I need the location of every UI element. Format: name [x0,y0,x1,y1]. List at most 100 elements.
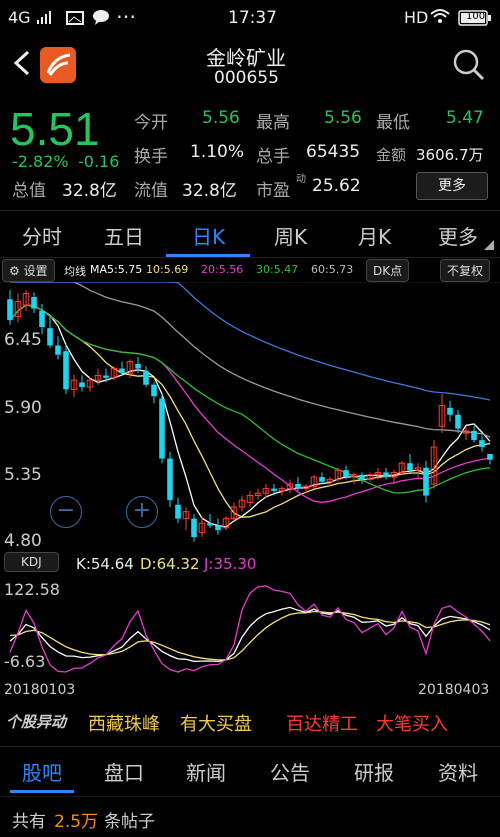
y-tick-label: 5.35 [4,465,42,485]
candle-body [423,467,429,496]
search-icon[interactable] [452,48,486,86]
open-value: 5.56 [202,108,240,128]
settings-button[interactable]: ⚙ 设置 [2,259,55,282]
ma60-value: 60:5.73 [311,263,354,276]
ticker-item[interactable]: 西藏珠峰 [88,710,160,736]
tab-profile[interactable]: 资料 [438,757,478,786]
kdj-d: D:64.32 [140,555,200,573]
low-value: 5.47 [446,108,484,128]
candle [430,440,438,489]
gear-icon: ⚙ [9,264,20,278]
candle-body [55,345,61,355]
candle [254,488,262,501]
candle [151,382,157,404]
ticker-item[interactable]: 百达精工 [286,710,358,736]
candle [487,453,493,465]
candle-body [143,370,149,385]
open-label: 今开 [134,113,168,133]
candle-body [271,488,277,491]
candle-body [215,525,221,531]
candle-body [207,523,213,526]
candle-body [191,518,197,538]
candle-body [39,310,45,328]
candle [31,292,37,314]
ma-line-ma10 [9,304,491,518]
tab-daily-k[interactable]: 日K [192,221,225,250]
kdj-k: K:54.64 [76,555,134,573]
ma30-value: 30:5.47 [256,263,299,276]
kdj-button[interactable]: KDJ [4,552,59,572]
end-date: 20180403 [418,682,490,698]
kdj-d-line [9,610,491,661]
candle [159,393,165,464]
candle [167,451,173,508]
candle [86,377,94,392]
y-tick-label: 5.90 [4,398,42,418]
app-logo-icon [40,47,76,83]
candle-body [471,430,477,441]
tab-orderbook[interactable]: 盘口 [104,757,144,786]
tab-underline [166,254,250,257]
info-tab-underline [10,790,74,793]
tab-research[interactable]: 研报 [354,757,394,786]
candle [350,472,358,484]
tab-weekly-k[interactable]: 周K [274,221,307,250]
candle [238,495,246,512]
start-date: 20180103 [4,682,76,698]
ticker-item[interactable]: 有大买盘 [180,710,252,736]
ticker-item[interactable]: 大笔买入 [376,710,448,736]
kdj-ymax: 122.58 [4,580,60,599]
mktcap-value: 32.8亿 [62,181,117,201]
candle [455,410,461,434]
candle-body [359,474,365,480]
pe-label: 市盈 [256,181,290,201]
back-icon[interactable] [10,48,34,82]
adjust-button[interactable]: 不复权 [440,259,491,282]
dk-button[interactable]: DK点 [366,259,410,282]
signal-label: 4G [8,8,31,27]
tab-more[interactable]: 更多 [438,221,478,250]
post-count: 共有 2.5万 条帖子 [0,796,500,837]
kdj-j-line [9,585,491,673]
candle-body [103,375,109,378]
tab-forum[interactable]: 股吧 [22,757,62,786]
more-dots-icon: ⋯ [116,4,136,28]
candlestick-chart[interactable]: − + 6.45 5.90 5.35 4.80 [0,281,500,551]
pe-value: 25.62 [312,176,361,196]
stock-name: 金岭矿业 [206,46,286,70]
amount-label: 金额 [376,146,407,164]
change-pct: -2.82% [12,152,69,171]
candle [47,315,53,348]
candle-body [455,414,461,429]
tab-news[interactable]: 新闻 [186,757,226,786]
candle [222,516,230,531]
candle [447,400,453,422]
candle-body [167,458,173,501]
candle [7,290,13,325]
zoom-out-button[interactable]: − [50,496,82,528]
volume-value: 65435 [306,142,361,162]
candle [423,460,429,503]
post-prefix: 共有 [12,812,46,832]
candle [70,374,78,398]
ma-bar: ⚙ 设置 均线 MA5:5.75 10:5.69 20:5.56 30:5.47… [0,258,500,282]
kdj-chart[interactable]: 122.58 -6.63 [0,576,500,676]
tab-monthly-k[interactable]: 月K [358,221,391,250]
kdj-j: J:35.30 [204,555,257,573]
more-button[interactable]: 更多 [416,172,488,200]
candle-body [151,384,157,397]
ma5-value: MA5:5.75 [90,263,143,276]
stock-code: 000655 [214,68,279,88]
candle [334,467,342,482]
alert-ticker[interactable]: 个股异动 西藏珠峰 有大买盘 百达精工 大笔买入 [0,702,500,742]
wifi-icon [430,8,450,28]
tab-announcements[interactable]: 公告 [270,757,310,786]
tab-five-day[interactable]: 五日 [104,221,144,250]
period-tabs: 分时 五日 日K 周K 月K 更多 [0,210,500,258]
candle [479,435,485,452]
zoom-in-button[interactable]: + [126,496,158,528]
y-tick-label: 4.80 [4,531,42,551]
ma20-value: 20:5.56 [201,263,244,276]
candle [383,467,389,480]
tab-intraday[interactable]: 分时 [22,221,62,250]
